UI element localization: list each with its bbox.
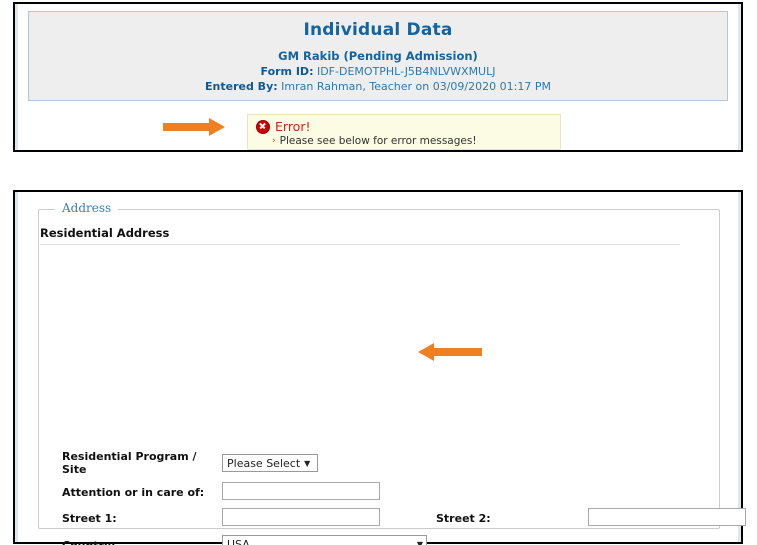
arrow-head — [209, 118, 225, 136]
attention-input[interactable] — [222, 482, 380, 500]
bottom-panel-inner: Address Residential Address Residential … — [15, 192, 746, 545]
form-id-line: Form ID: IDF-DEMOTPHL-J5B4NLVWXMULJ — [29, 65, 727, 78]
error-message-box: Error! › Please see below for error mess… — [247, 114, 561, 150]
street1-input[interactable] — [222, 508, 380, 526]
arrow-shaft — [163, 123, 211, 131]
residential-program-label: Residential Program / Site — [62, 450, 197, 476]
page-title: Individual Data — [303, 20, 453, 40]
annotation-arrow-to-error — [163, 118, 227, 136]
person-name-status: GM Rakib (Pending Admission) — [278, 49, 478, 63]
error-detail-row: › Please see below for error messages! — [272, 135, 554, 147]
entered-by-label: Entered By: — [205, 80, 278, 93]
address-form-panel: Address Residential Address Residential … — [13, 190, 746, 545]
country-selected-value: USA — [227, 537, 250, 545]
annotation-arrow-to-country — [418, 343, 484, 361]
address-fieldset: Address — [38, 201, 720, 529]
address-legend: Address — [55, 201, 119, 215]
country-label: Country: — [62, 539, 116, 545]
attention-label: Attention or in care of: — [62, 486, 205, 499]
error-detail-text: Please see below for error messages! — [279, 135, 477, 147]
arrow-head — [418, 343, 434, 361]
street1-label: Street 1: — [62, 512, 117, 525]
residential-program-select[interactable]: Please Select ▼ — [222, 454, 318, 472]
country-select[interactable]: USA ▼ — [222, 535, 427, 545]
entered-by-line: Entered By: Imran Rahman, Teacher on 03/… — [29, 80, 727, 93]
error-title-row: Error! — [256, 119, 554, 134]
street2-input[interactable] — [588, 508, 746, 526]
top-panel-inner: Individual Data GM Rakib (Pending Admiss… — [15, 4, 741, 150]
form-id-value: IDF-DEMOTPHL-J5B4NLVWXMULJ — [316, 65, 496, 78]
entered-by-value: Imran Rahman, Teacher on 03/09/2020 01:1… — [281, 80, 551, 93]
chevron-down-icon: ▼ — [416, 539, 423, 545]
form-id-label: Form ID: — [260, 65, 314, 78]
bullet-arrow-icon: › — [272, 136, 276, 146]
residential-address-heading: Residential Address — [40, 226, 170, 240]
error-title: Error! — [275, 119, 311, 134]
error-circle-x-icon — [256, 119, 270, 134]
individual-data-header-panel: Individual Data GM Rakib (Pending Admiss… — [13, 2, 743, 152]
street2-label: Street 2: — [436, 512, 491, 525]
residential-program-selected-value: Please Select — [227, 456, 301, 470]
section-divider — [40, 244, 680, 245]
screenshot-root: Individual Data GM Rakib (Pending Admiss… — [0, 0, 757, 545]
arrow-shaft — [434, 348, 482, 356]
record-header-box: Individual Data GM Rakib (Pending Admiss… — [28, 11, 728, 101]
chevron-down-icon: ▼ — [304, 458, 311, 468]
